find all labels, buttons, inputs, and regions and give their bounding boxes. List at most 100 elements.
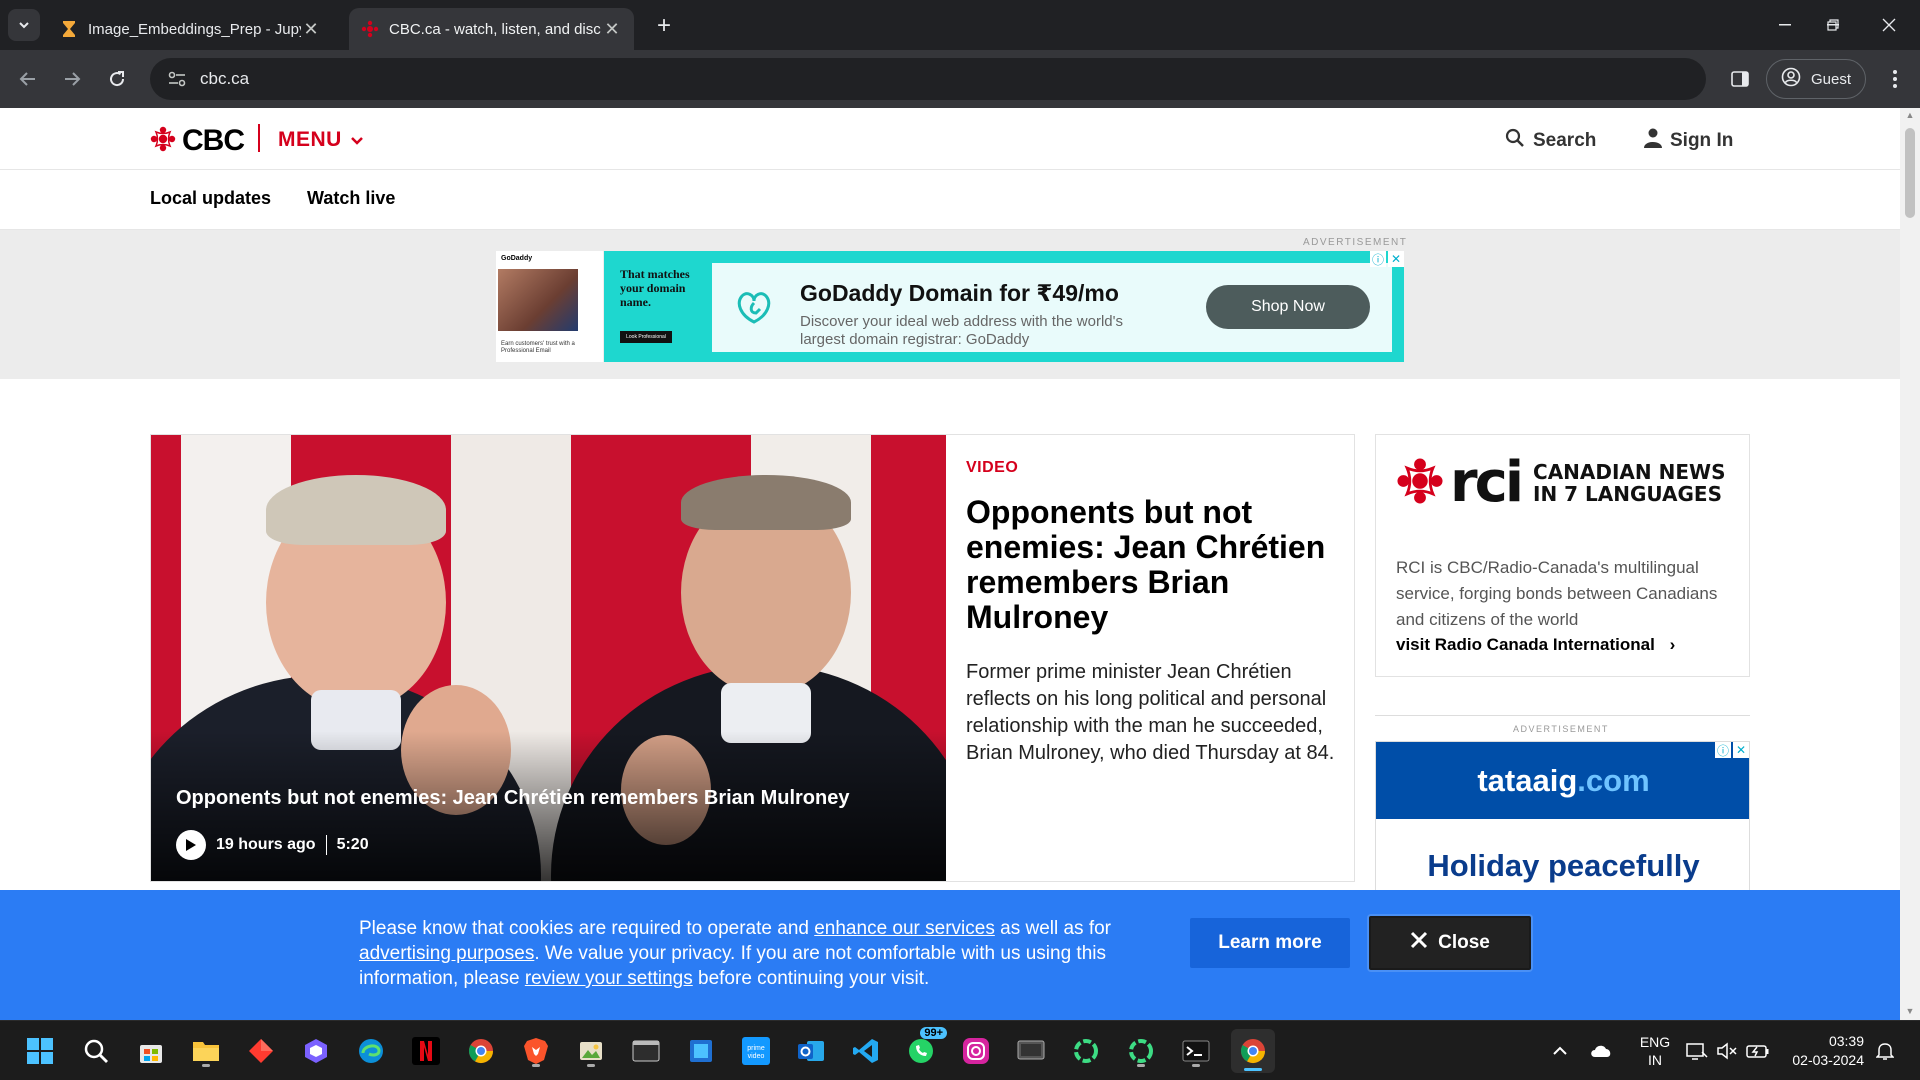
loading-ring-app-icon[interactable] (1068, 1033, 1104, 1069)
virtual-machine-icon[interactable] (1013, 1033, 1049, 1069)
play-icon[interactable] (176, 830, 206, 860)
close-tab-icon[interactable]: ✕ (301, 19, 321, 39)
godaddy-logo-icon (734, 287, 774, 327)
outlook-icon[interactable] (793, 1033, 829, 1069)
tataaig-ad[interactable]: tataaig .com Holiday peacefully ⓘ ✕ (1375, 741, 1750, 901)
tab-cbc[interactable]: CBC.ca - watch, listen, and disc ✕ (349, 8, 634, 50)
account-circle-icon (1781, 67, 1801, 91)
subnav-watch-live[interactable]: Watch live (307, 188, 395, 209)
video-time-ago: 19 hours ago (216, 836, 316, 853)
browser-toolbar: cbc.ca Guest (0, 50, 1920, 108)
tataaig-domain: tataaig .com (1376, 742, 1749, 819)
close-window-icon[interactable] (1866, 8, 1912, 42)
tab-jupyter[interactable]: Image_Embeddings_Prep - Jupy ✕ (48, 8, 333, 50)
sign-in-label: Sign In (1670, 130, 1734, 151)
reload-icon[interactable] (102, 64, 132, 94)
ad-middle-panel: That matches your domain name. Look Prof… (604, 251, 712, 362)
brave-browser-icon[interactable] (518, 1033, 554, 1069)
search-button[interactable]: Search (1505, 128, 1596, 154)
vscode-icon[interactable] (848, 1033, 884, 1069)
side-advertisement-label: ADVERTISEMENT (1513, 724, 1609, 734)
image-headline: Opponents but not enemies: Jean Chrétien… (176, 787, 850, 809)
onedrive-cloud-icon[interactable] (1589, 1021, 1613, 1080)
site-settings-icon[interactable] (166, 68, 188, 90)
command-prompt-icon[interactable] (1178, 1033, 1214, 1069)
language-indicator[interactable]: ENG IN (1635, 1021, 1675, 1080)
red-diamond-app-icon[interactable] (243, 1033, 279, 1069)
close-label: Close (1438, 932, 1490, 953)
story-image[interactable]: Opponents but not enemies: Jean Chrétien… (151, 435, 946, 881)
netflix-icon[interactable] (408, 1033, 444, 1069)
scrollbar-thumb[interactable] (1905, 128, 1915, 218)
shop-now-button[interactable]: Shop Now (1206, 285, 1370, 329)
active-indicator (1244, 1068, 1262, 1071)
rci-link[interactable]: visit Radio Canada International › (1396, 635, 1675, 655)
ad-close-icon[interactable]: ✕ (1388, 251, 1404, 267)
clock[interactable]: 03:39 02-03-2024 (1784, 1021, 1864, 1080)
rci-logo[interactable]: rci CANADIAN NEWS IN 7 LANGUAGES (1396, 455, 1725, 511)
microsoft-store-icon[interactable] (133, 1033, 169, 1069)
story-kicker: VIDEO (966, 459, 1019, 476)
ad-info-icon[interactable]: ⓘ (1370, 251, 1386, 267)
menu-button[interactable]: MENU (278, 128, 364, 152)
profile-guest-button[interactable]: Guest (1766, 59, 1866, 99)
search-icon[interactable] (78, 1033, 114, 1069)
sign-in-button[interactable]: Sign In (1644, 128, 1733, 154)
page-scrollbar[interactable]: ▲ ▼ (1900, 108, 1920, 1020)
side-panel-icon[interactable] (1725, 64, 1755, 94)
whatsapp-icon[interactable]: 99+ (903, 1027, 947, 1069)
running-indicator (1192, 1064, 1200, 1067)
copilot-hexagon-icon[interactable] (298, 1033, 334, 1069)
network-icon[interactable] (1686, 1021, 1708, 1080)
learn-more-button[interactable]: Learn more (1190, 918, 1350, 968)
notification-bell-icon[interactable] (1876, 1021, 1894, 1080)
story-headline[interactable]: Opponents but not enemies: Jean Chrétien… (966, 495, 1336, 635)
forward-arrow-icon[interactable] (57, 64, 87, 94)
windows-start-icon[interactable] (22, 1033, 58, 1069)
subnav-local-updates[interactable]: Local updates (150, 188, 271, 209)
tab-search-chevron-icon[interactable] (8, 9, 40, 41)
scroll-down-arrow-icon[interactable]: ▼ (1904, 1006, 1916, 1018)
clock-time: 03:39 (1828, 1033, 1864, 1049)
green-ring-app-icon[interactable] (1123, 1033, 1159, 1069)
battery-charging-icon[interactable] (1746, 1021, 1770, 1080)
windows-sandbox-icon[interactable] (683, 1033, 719, 1069)
ad-brand-small: GoDaddy (501, 255, 533, 262)
scroll-up-arrow-icon[interactable]: ▲ (1904, 110, 1916, 122)
chrome-active-icon[interactable] (1231, 1029, 1275, 1073)
ad-image-panel: GoDaddy Earn customers' trust with a Pro… (496, 251, 604, 362)
image-viewer-icon[interactable] (573, 1033, 609, 1069)
chrome-icon[interactable] (463, 1033, 499, 1069)
back-arrow-icon[interactable] (13, 64, 43, 94)
restore-window-icon[interactable] (1810, 8, 1856, 42)
godaddy-ad[interactable]: GoDaddy Earn customers' trust with a Pro… (496, 251, 1404, 362)
ad-info-icon[interactable]: ⓘ (1715, 742, 1731, 758)
advertising-purposes-link[interactable]: advertising purposes (359, 943, 534, 964)
tray-chevron-up-icon[interactable] (1552, 1021, 1568, 1080)
more-vertical-icon[interactable] (1880, 64, 1910, 94)
featured-story-card[interactable]: Opponents but not enemies: Jean Chrétien… (150, 434, 1355, 882)
cookie-text-4: before continuing your visit. (692, 968, 930, 989)
rci-tagline-line2: IN 7 LANGUAGES (1533, 482, 1722, 506)
file-explorer-icon[interactable] (188, 1033, 224, 1069)
enhance-services-link[interactable]: enhance our services (814, 918, 995, 939)
volume-muted-icon[interactable] (1716, 1021, 1738, 1080)
prime-video-icon[interactable]: prime video (738, 1033, 774, 1069)
ad-main-panel: GoDaddy Domain for ₹49/mo Discover your … (712, 251, 1404, 362)
terminal-window-icon[interactable] (628, 1033, 664, 1069)
cbc-logo[interactable]: CBC (150, 124, 245, 158)
cookie-close-button[interactable]: Close (1369, 916, 1531, 970)
new-tab-plus-icon[interactable]: + (650, 12, 678, 40)
cbc-gem-icon (361, 20, 379, 38)
address-bar[interactable]: cbc.ca (150, 58, 1706, 100)
review-settings-link[interactable]: review your settings (525, 968, 693, 989)
instagram-icon[interactable] (958, 1033, 994, 1069)
minimize-window-icon[interactable] (1762, 8, 1808, 42)
left-person-hair (266, 475, 446, 545)
running-indicator (587, 1064, 595, 1067)
chevron-right-icon: › (1669, 635, 1676, 654)
page-viewport: CBC MENU Search Sign In Local updates Wa… (0, 108, 1900, 1020)
close-tab-icon[interactable]: ✕ (602, 19, 622, 39)
edge-browser-icon[interactable] (353, 1033, 389, 1069)
ad-close-icon[interactable]: ✕ (1733, 742, 1749, 758)
